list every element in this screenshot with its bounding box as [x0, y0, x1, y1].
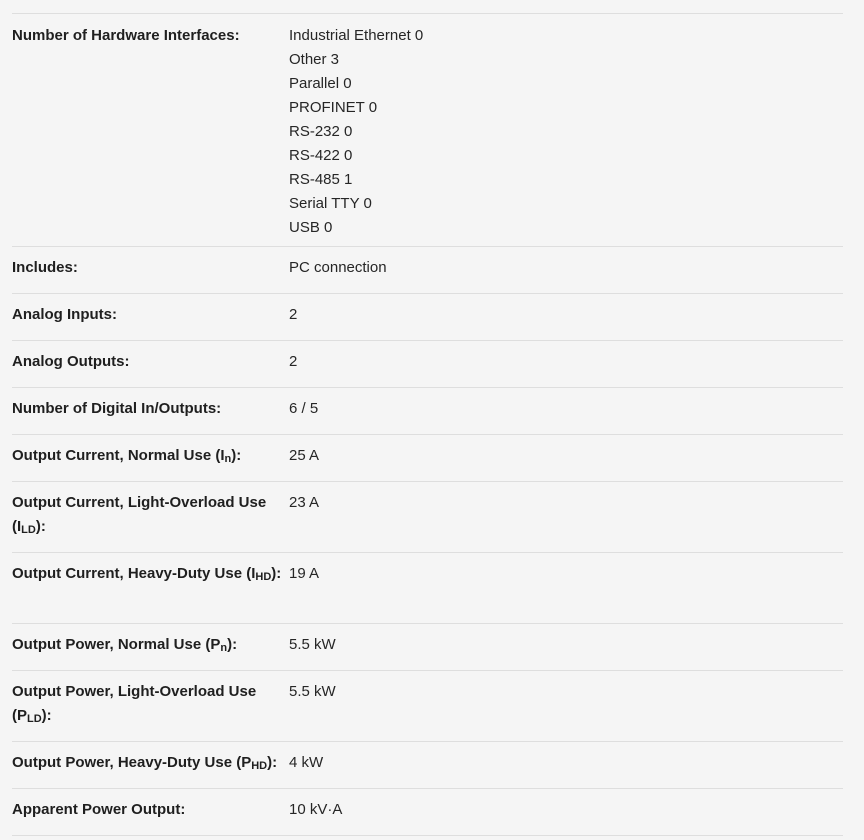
spec-value: 19 A — [289, 565, 320, 582]
spec-value: PC connection — [289, 259, 387, 276]
spec-row-output-current-heavy-duty: Output Current, Heavy-Duty Use (IHD): 19… — [12, 553, 843, 624]
spec-row-output-power-heavy-duty: Output Power, Heavy-Duty Use (PHD): 4 kW — [12, 742, 843, 789]
spec-label: Output Current, Normal Use (In): — [12, 447, 242, 465]
spec-value: 5.5 kW — [289, 683, 336, 700]
spec-row-analog-outputs: Analog Outputs: 2 — [12, 341, 843, 388]
spec-row-apparent-power-output: Apparent Power Output: 10 kV·A — [12, 789, 843, 836]
spec-value-item: Industrial Ethernet 0 — [289, 27, 424, 44]
spec-label: Includes: — [12, 259, 78, 276]
spec-row-output-current-light-overload: Output Current, Light-Overload Use (ILD)… — [12, 482, 843, 553]
spec-label: Output Power, Light-Overload Use (PLD): — [12, 683, 257, 725]
spec-row-includes: Includes: PC connection — [12, 247, 843, 294]
spec-label: Output Current, Heavy-Duty Use (IHD): — [12, 565, 282, 583]
spec-label: Output Power, Normal Use (Pn): — [12, 636, 238, 654]
spec-label: Number of Hardware Interfaces: — [12, 27, 240, 44]
spec-value: 2 — [289, 306, 298, 323]
spec-value: 25 A — [289, 447, 320, 464]
spec-value: 2 — [289, 353, 298, 370]
spec-label: Analog Outputs: — [12, 353, 130, 370]
spec-value-item: Parallel 0 — [289, 75, 352, 92]
spec-value: 23 A — [289, 494, 320, 511]
spec-label: Output Current, Light-Overload Use (ILD)… — [12, 494, 267, 536]
spec-value-item: PROFINET 0 — [289, 99, 378, 116]
spec-row-output-power-light-overload: Output Power, Light-Overload Use (PLD): … — [12, 671, 843, 742]
spec-row-hardware-interfaces: Number of Hardware Interfaces: Industria… — [12, 14, 843, 247]
spec-label: Apparent Power Output: — [12, 801, 186, 818]
spec-label: Analog Inputs: — [12, 306, 117, 323]
spec-value: 5.5 kW — [289, 636, 336, 653]
spec-value-item: USB 0 — [289, 219, 333, 236]
spec-label: Number of Digital In/Outputs: — [12, 400, 222, 417]
spec-row-digital-io: Number of Digital In/Outputs: 6 / 5 — [12, 388, 843, 435]
spec-value: 10 kV·A — [289, 801, 343, 818]
spec-row-output-power-normal: Output Power, Normal Use (Pn): 5.5 kW — [12, 624, 843, 671]
spec-value: 6 / 5 — [289, 400, 319, 417]
spec-value-item: Serial TTY 0 — [289, 195, 372, 212]
spec-row-output-current-normal: Output Current, Normal Use (In): 25 A — [12, 435, 843, 482]
spec-value-list: Industrial Ethernet 0 Other 3 Parallel 0… — [289, 24, 423, 240]
spec-row-analog-inputs: Analog Inputs: 2 — [12, 294, 843, 341]
spec-value: 4 kW — [289, 754, 324, 771]
spec-value-item: RS-232 0 — [289, 123, 353, 140]
spec-value-item: RS-485 1 — [289, 171, 353, 188]
spec-value-item: Other 3 — [289, 51, 340, 68]
spec-value-item: RS-422 0 — [289, 147, 353, 164]
spec-label: Output Power, Heavy-Duty Use (PHD): — [12, 754, 278, 772]
